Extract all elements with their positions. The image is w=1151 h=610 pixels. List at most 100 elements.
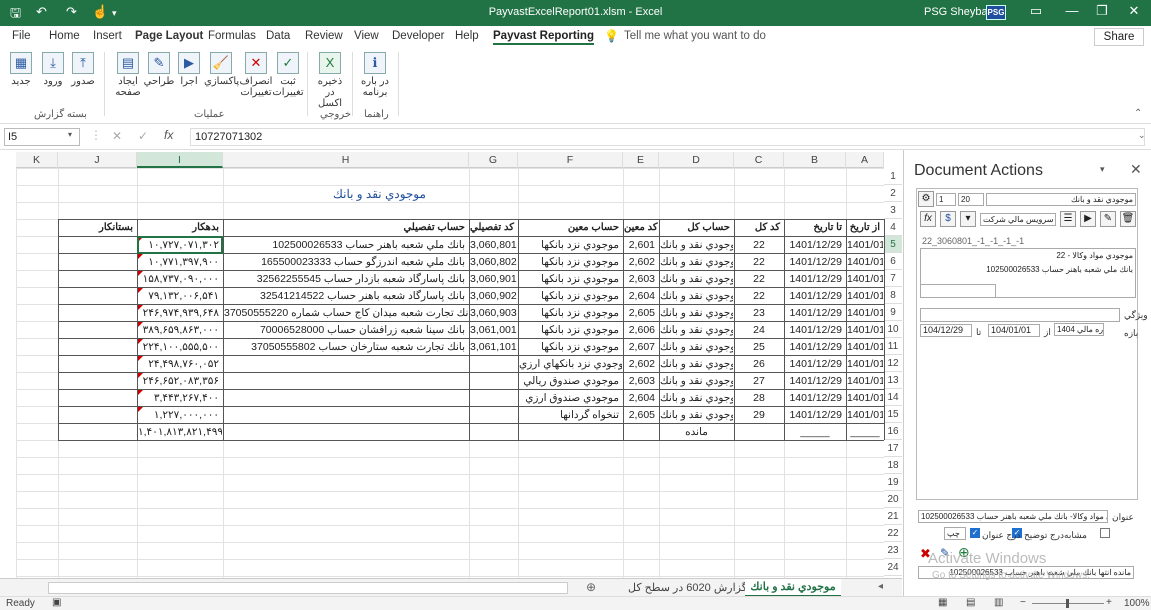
ribbon-display-icon[interactable]: ▭: [1026, 3, 1046, 19]
run-button[interactable]: ▶ اجرا: [172, 52, 206, 87]
new-button[interactable]: ▦ جديد: [4, 52, 38, 87]
table-header-cell[interactable]: حساب معين: [519, 220, 622, 236]
table-cell[interactable]: 2,604: [624, 288, 658, 304]
table-cell[interactable]: بانك ملي شعبه باهنر حساب 102500026533: [224, 237, 468, 253]
table-cell[interactable]: 24: [735, 322, 783, 338]
formula-input[interactable]: 10727071302: [190, 128, 1145, 146]
table-cell[interactable]: موجودي نزد بانكها: [519, 271, 622, 287]
table-cell[interactable]: 3,061,001: [470, 322, 517, 338]
checkbox-title[interactable]: ✓: [970, 528, 980, 538]
create-page-button[interactable]: ▤ ايجاد صفحه: [110, 52, 146, 98]
table-cell[interactable]: [470, 390, 517, 406]
table-cell[interactable]: موجودي نقد و بانك: [660, 288, 733, 304]
tab-developer[interactable]: Developer: [392, 30, 444, 42]
zoom-slider-thumb[interactable]: [1066, 599, 1069, 608]
table-cell[interactable]: 1401/12/29: [785, 339, 845, 355]
tab-data[interactable]: Data: [266, 30, 290, 42]
table-cell[interactable]: [470, 373, 517, 389]
row-header[interactable]: 6: [884, 253, 902, 270]
table-cell[interactable]: 23: [735, 305, 783, 321]
share-button[interactable]: Share: [1094, 28, 1144, 46]
column-header-j[interactable]: J: [58, 152, 137, 168]
row-header[interactable]: 13: [884, 372, 902, 389]
table-cell[interactable]: موجودي نزد بانكها: [519, 254, 622, 270]
table-header-cell[interactable]: بستانكار: [59, 220, 136, 236]
settings-icon[interactable]: ⚙: [918, 191, 934, 207]
table-cell[interactable]: 1401/12/29: [785, 254, 845, 270]
scroll-tabs-icon[interactable]: ◂: [878, 581, 883, 592]
total-value-cell[interactable]: ۱,۴۰۱,۸۱۳,۸۲۱,۴۹۹: [138, 424, 222, 440]
column-header-k[interactable]: K: [16, 152, 58, 168]
row-header[interactable]: 16: [884, 423, 902, 440]
tab-page-layout[interactable]: Page Layout: [135, 30, 203, 42]
feature-selector[interactable]: [920, 308, 1120, 322]
expand-formula-icon[interactable]: ⌄: [1138, 130, 1146, 141]
import-button[interactable]: ⤓ ورود: [36, 52, 70, 87]
table-cell[interactable]: 3,060,801: [470, 237, 517, 253]
table-cell[interactable]: 22: [735, 271, 783, 287]
table-cell[interactable]: 2,602: [624, 254, 658, 270]
row-header[interactable]: 1: [884, 168, 902, 185]
table-cell[interactable]: بانك پاسارگاد شعبه باهنر حساب 3254121452…: [224, 288, 468, 304]
tab-help[interactable]: Help: [455, 30, 479, 42]
company-field[interactable]: سرويس مالي شركت: [980, 213, 1056, 226]
tab-formulas[interactable]: Formulas: [208, 30, 256, 42]
table-cell[interactable]: موجودي نقد و بانك: [660, 373, 733, 389]
table-cell[interactable]: 1401/01/01: [847, 305, 883, 321]
table-cell[interactable]: موجودي نقد و بانك: [660, 407, 733, 423]
table-cell[interactable]: موجودي صندوق ريالي: [519, 373, 622, 389]
table-header-cell[interactable]: از تاريخ: [847, 220, 883, 236]
table-cell[interactable]: موجودي صندوق ارزي: [519, 390, 622, 406]
page-size-field[interactable]: 20: [958, 193, 984, 206]
table-cell[interactable]: 29: [735, 407, 783, 423]
align-select[interactable]: چپ: [944, 527, 966, 540]
avatar[interactable]: PSG: [986, 5, 1006, 20]
table-cell[interactable]: 1401/01/01: [847, 339, 883, 355]
row-header[interactable]: 10: [884, 321, 902, 338]
table-cell[interactable]: موجودي نقد و بانك: [660, 237, 733, 253]
table-cell[interactable]: 25: [735, 339, 783, 355]
table-cell[interactable]: 2,607: [624, 339, 658, 355]
design-button[interactable]: ✎ طراحي: [142, 52, 176, 87]
table-cell[interactable]: 1401/01/01: [847, 254, 883, 270]
table-cell[interactable]: بانك سينا شعبه زرافشان حساب 70006528000: [224, 322, 468, 338]
row-header[interactable]: 3: [884, 202, 902, 219]
namebox-dropdown-icon[interactable]: ▾: [68, 130, 72, 139]
table-header-cell[interactable]: حساب كل: [660, 220, 733, 236]
table-cell[interactable]: [224, 356, 468, 372]
page-break-view-icon[interactable]: ▥: [994, 597, 1003, 608]
tab-view[interactable]: View: [354, 30, 379, 42]
row-header[interactable]: 24: [884, 559, 902, 576]
run-icon[interactable]: ▶: [1080, 211, 1096, 227]
close-icon[interactable]: ✕: [1124, 3, 1144, 19]
row-header[interactable]: 2: [884, 185, 902, 202]
column-header-h[interactable]: H: [223, 152, 469, 168]
column-header-d[interactable]: D: [659, 152, 734, 168]
table-cell[interactable]: 2,602: [624, 356, 658, 372]
table-cell[interactable]: 28: [735, 390, 783, 406]
table-cell[interactable]: 1401/12/29: [785, 288, 845, 304]
table-cell[interactable]: 1401/12/29: [785, 356, 845, 372]
table-cell[interactable]: بانك ملي شعبه اندرزگو حساب 165500023333: [224, 254, 468, 270]
table-cell[interactable]: موجودي نقد و بانك: [660, 390, 733, 406]
table-cell[interactable]: 1401/01/01: [847, 271, 883, 287]
table-cell[interactable]: 2,606: [624, 322, 658, 338]
column-header-g[interactable]: G: [469, 152, 518, 168]
insert-function-icon[interactable]: fx: [164, 128, 173, 142]
horizontal-scrollbar[interactable]: [48, 582, 568, 594]
table-cell[interactable]: موجودي نزد بانكها: [519, 322, 622, 338]
row-header[interactable]: 12: [884, 355, 902, 372]
row-header[interactable]: 18: [884, 457, 902, 474]
table-cell[interactable]: ۲۴۶,۹۷۴,۹۳۹,۶۴۸: [138, 305, 222, 321]
table-header-cell[interactable]: كد تفصيلي: [470, 220, 517, 236]
tab-payvast-reporting[interactable]: Payvast Reporting: [493, 30, 594, 45]
table-cell[interactable]: 3,060,902: [470, 288, 517, 304]
cells-area[interactable]: موجودي نقد و بانك از تاريخ تا تاريخ كد كل حس…: [16, 168, 885, 578]
row-header[interactable]: 4: [884, 219, 902, 236]
table-cell[interactable]: [224, 407, 468, 423]
table-cell[interactable]: موجودي نقد و بانك: [660, 271, 733, 287]
row-header[interactable]: 7: [884, 270, 902, 287]
column-header-b[interactable]: B: [784, 152, 846, 168]
table-cell[interactable]: ۲۴۶,۶۵۲,۰۸۳,۳۵۶: [138, 373, 222, 389]
table-cell[interactable]: 1401/12/29: [785, 271, 845, 287]
